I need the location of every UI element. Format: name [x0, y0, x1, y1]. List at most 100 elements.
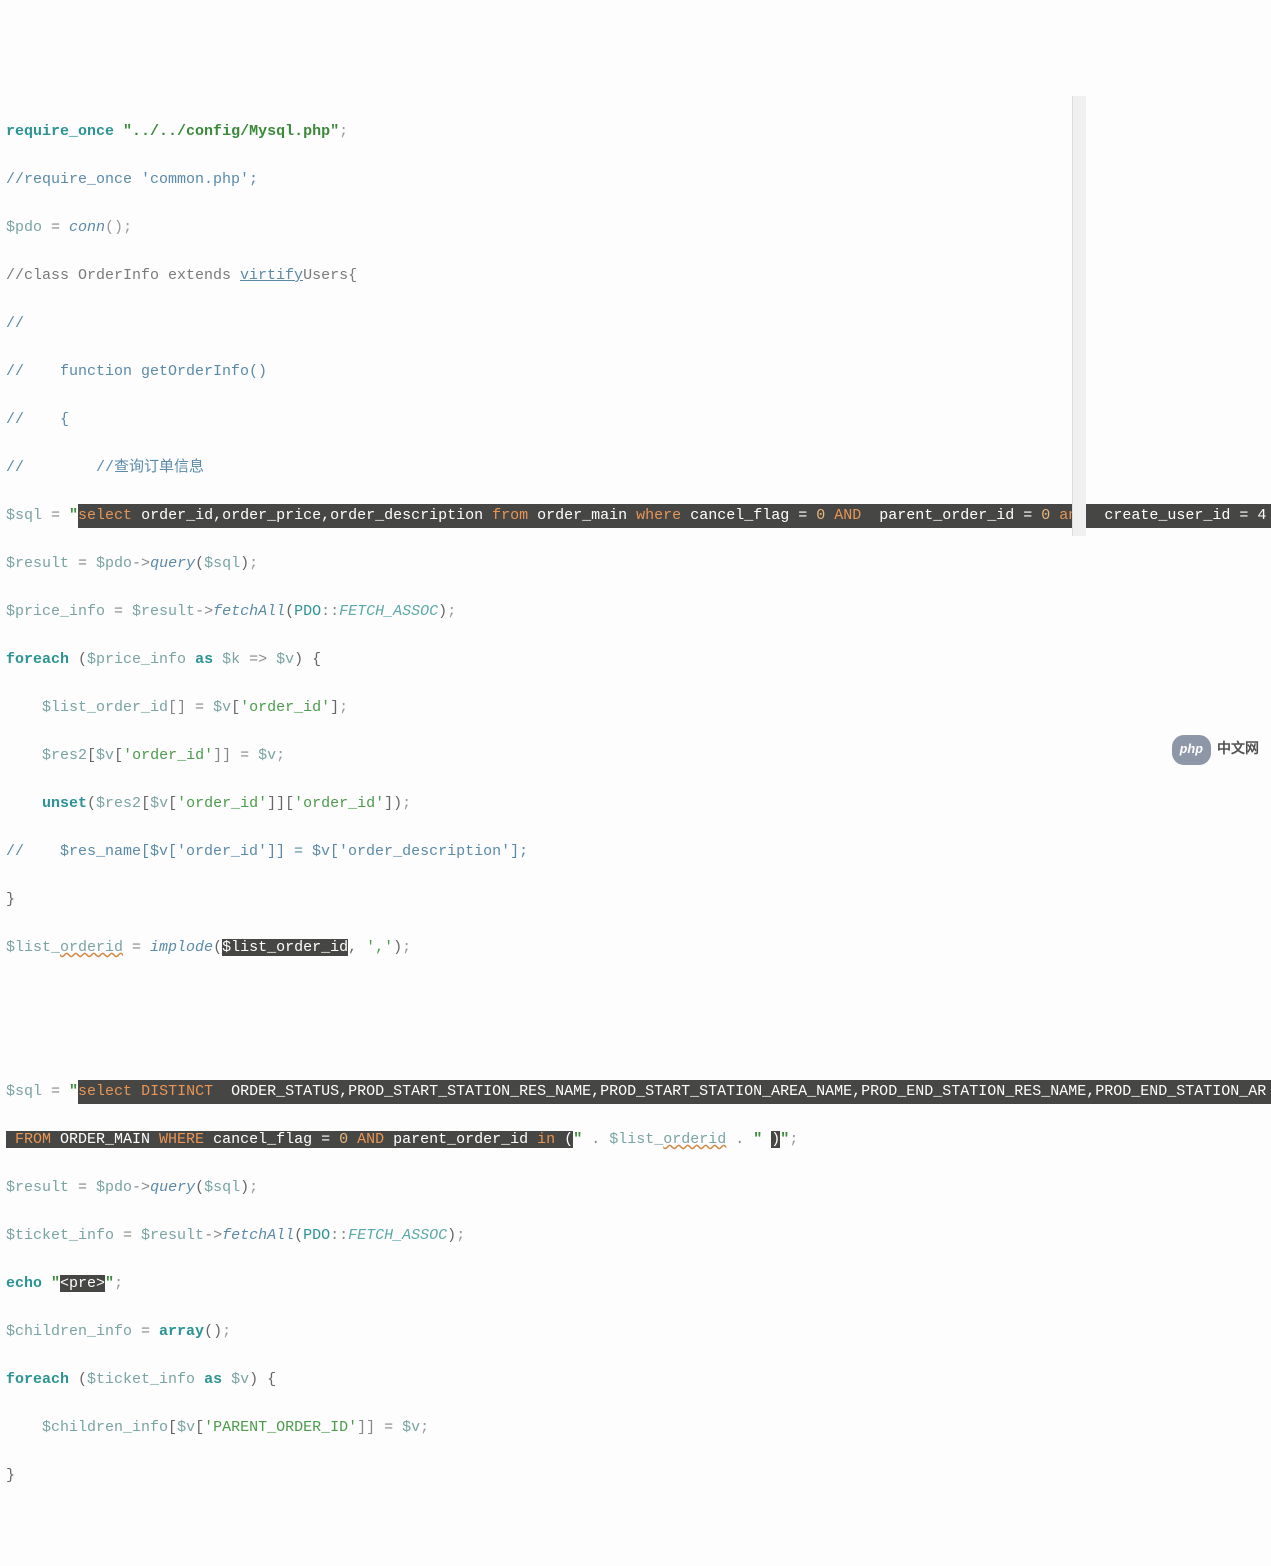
double-colon: :: [330, 1227, 348, 1244]
constant: FETCH_ASSOC [339, 603, 438, 620]
variable: $v [96, 747, 114, 764]
variable: $v [276, 651, 294, 668]
bracket: [ [231, 699, 240, 716]
operator: = [69, 555, 96, 572]
operator: = [42, 1083, 69, 1100]
blank-line [0, 984, 1271, 1008]
keyword-unset: unset [42, 795, 87, 812]
code-line: $ticket_info = $result->fetchAll(PDO::FE… [0, 1224, 1271, 1248]
variable-wavy: orderid [60, 939, 123, 956]
bracket: [ [195, 1419, 204, 1436]
operator: = [69, 1179, 96, 1196]
paren: ) [438, 603, 447, 620]
quote: " [69, 507, 78, 524]
blank-line [0, 1032, 1271, 1056]
paren: ) [393, 939, 402, 956]
comment: // //查询订单信息 [6, 459, 204, 476]
bracket: ] [330, 699, 339, 716]
semicolon: ; [456, 1227, 465, 1244]
bracket: [ [141, 795, 150, 812]
string-literal: "../../config/Mysql.php" [123, 123, 339, 140]
bracket: [ [168, 795, 177, 812]
string-literal: 'PARENT_ORDER_ID' [204, 1419, 357, 1436]
quote: " [780, 1131, 789, 1148]
code-line: $list_order_id[] = $v['order_id']; [0, 696, 1271, 720]
comment: // $res_name[$v['order_id']] = $v['order… [6, 843, 528, 860]
comment: //require_once 'common.php'; [6, 171, 258, 188]
variable: $pdo [96, 555, 132, 572]
parens: () [105, 219, 123, 236]
function-call: conn [69, 219, 105, 236]
method: fetchAll [222, 1227, 294, 1244]
paren: ( [87, 795, 96, 812]
highlighted-var: $list_order_id [222, 939, 348, 956]
semicolon: ; [249, 555, 258, 572]
keyword-foreach: foreach [6, 651, 69, 668]
variable: $sql [6, 1083, 42, 1100]
string-literal: 'order_id' [177, 795, 267, 812]
paren: ) [240, 555, 249, 572]
paren: ( [294, 1227, 303, 1244]
variable: $v [150, 795, 168, 812]
paren: ( [195, 1179, 204, 1196]
variable: $v [231, 1371, 249, 1388]
keyword-as: as [195, 1371, 231, 1388]
keyword-array: array [159, 1323, 204, 1340]
variable: $list_order_id [42, 699, 168, 716]
scrollbar[interactable] [1072, 96, 1086, 536]
comma: , [348, 939, 366, 956]
class-name: PDO [294, 603, 321, 620]
sql-string: select DISTINCT ORDER_STATUS,PROD_START_… [78, 1080, 1271, 1104]
bracket: ]][ [267, 795, 294, 812]
code-line-highlighted: $sql = "select DISTINCT ORDER_STATUS,PRO… [0, 1080, 1271, 1104]
code-line: $result = $pdo->query($sql); [0, 1176, 1271, 1200]
bracket: [ [87, 747, 96, 764]
variable: $result [141, 1227, 204, 1244]
method: fetchAll [213, 603, 285, 620]
variable: $price_info [87, 651, 186, 668]
variable: $price_info [6, 603, 105, 620]
semicolon: ; [789, 1131, 798, 1148]
parens: () [204, 1323, 222, 1340]
semicolon: ; [402, 795, 411, 812]
semicolon: ; [420, 1419, 429, 1436]
operator: = [42, 219, 69, 236]
variable: $result [132, 603, 195, 620]
paren: ( [213, 939, 222, 956]
quote: " [69, 1083, 78, 1100]
variable: $children_info [6, 1323, 132, 1340]
semicolon: ; [339, 123, 348, 140]
semicolon: ; [447, 603, 456, 620]
code-line: } [0, 1464, 1271, 1488]
code-line: $children_info = array(); [0, 1320, 1271, 1344]
variable: $v [402, 1419, 420, 1436]
arrow: -> [204, 1227, 222, 1244]
code-editor[interactable]: require_once "../../config/Mysql.php"; /… [0, 96, 1271, 1566]
variable: $children_info [42, 1419, 168, 1436]
operator: = [114, 1227, 141, 1244]
variable: $res2 [96, 795, 141, 812]
blank-line [0, 1560, 1271, 1566]
variable: $list_ [6, 939, 60, 956]
code-line: unset($res2[$v['order_id']]['order_id'])… [0, 792, 1271, 816]
comment-link: virtify [240, 267, 303, 284]
operator: = [42, 507, 69, 524]
paren: ( [285, 603, 294, 620]
bracket: [ [168, 1419, 177, 1436]
variable: $sql [204, 555, 240, 572]
operator: = [105, 603, 132, 620]
variable: $pdo [6, 219, 42, 236]
variable: $list_ [609, 1131, 663, 1148]
semicolon: ; [249, 1179, 258, 1196]
comment: //class OrderInfo extends [6, 267, 240, 284]
paren: ( [195, 555, 204, 572]
code-line: } [0, 888, 1271, 912]
class-name: PDO [303, 1227, 330, 1244]
watermark-logo: php [1172, 735, 1211, 765]
indent [6, 699, 42, 716]
paren-brace: ) { [249, 1371, 276, 1388]
code-line-highlighted: FROM ORDER_MAIN WHERE cancel_flag = 0 AN… [0, 1128, 1271, 1152]
bracket-eq: [] = [168, 699, 213, 716]
operator: = [132, 1323, 159, 1340]
code-line: $result = $pdo->query($sql); [0, 552, 1271, 576]
